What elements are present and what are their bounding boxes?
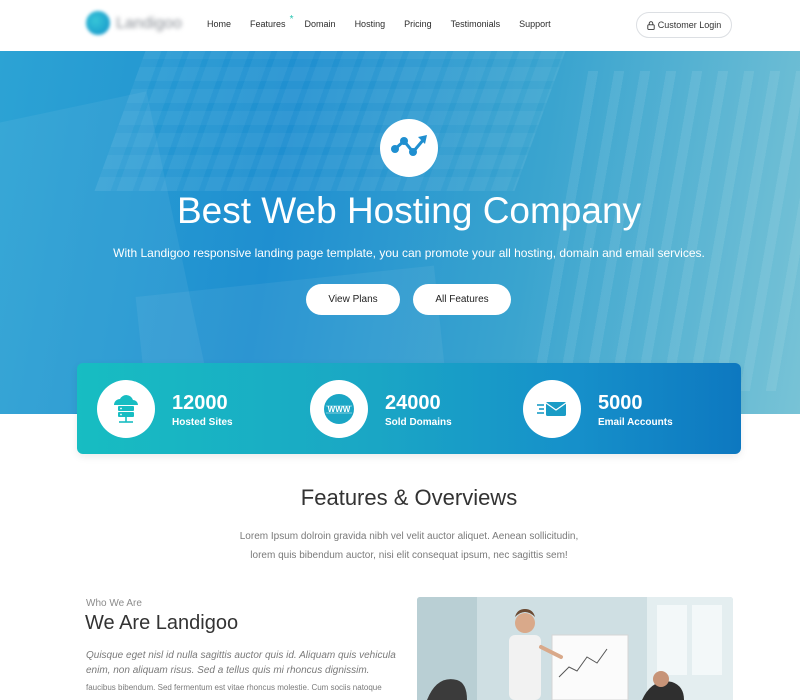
trend-chart-icon [380, 119, 438, 177]
stat-value: 5000 [598, 392, 643, 414]
hero-background-keyboard [94, 51, 566, 191]
customer-login-label: Customer Login [657, 20, 722, 30]
all-features-button[interactable]: All Features [413, 284, 511, 315]
view-plans-button[interactable]: View Plans [306, 284, 400, 315]
stat-label: Hosted Sites [172, 417, 233, 428]
features-desc-line: Lorem Ipsum dolroin gravida nibh vel vel… [239, 531, 579, 542]
who-lead-line: enim, non aliquam risus. Sed a tellus qu… [86, 665, 370, 676]
who-we-are-body: faucibus bibendum. Sed fermentum est vit… [86, 683, 382, 692]
stat-value: 12000 [172, 392, 228, 414]
who-lead-line: Quisque eget nisl id nulla sagittis auct… [86, 650, 396, 661]
top-navbar: Landigoo Home Features * Domain Hosting P… [0, 0, 800, 51]
hero-subtitle: With Landigoo responsive landing page te… [113, 246, 705, 260]
team-meeting-illustration [417, 597, 733, 700]
nav-item-features-label: Features [250, 19, 286, 29]
who-we-are-title: We Are Landigoo [85, 612, 239, 634]
nav-item-domain[interactable]: Domain [305, 19, 336, 29]
logo-mark-icon [86, 11, 110, 35]
nav-item-hosting[interactable]: Hosting [355, 19, 386, 29]
stat-value: 24000 [385, 392, 441, 414]
features-title: Features & Overviews [300, 485, 518, 510]
who-we-are-lead: Quisque eget nisl id nulla sagittis auct… [86, 648, 406, 678]
main-menu: Home Features * Domain Hosting Pricing Te… [207, 14, 570, 29]
hero-title: Best Web Hosting Company [176, 190, 642, 231]
nav-item-pricing[interactable]: Pricing [404, 19, 432, 29]
team-meeting-photo [417, 597, 733, 700]
server-cloud-icon [97, 380, 155, 438]
nav-item-features[interactable]: Features * [250, 14, 294, 29]
nav-item-home[interactable]: Home [207, 19, 231, 29]
email-fast-icon [523, 380, 581, 438]
stat-label: Email Accounts [598, 417, 673, 428]
who-we-are-eyebrow: Who We Are [86, 598, 142, 609]
features-description: Lorem Ipsum dolroin gravida nibh vel vel… [200, 527, 618, 565]
lock-icon [647, 20, 655, 30]
customer-login-button[interactable]: Customer Login [636, 12, 732, 38]
hero-section: Best Web Hosting Company With Landigoo r… [0, 51, 800, 414]
site-logo[interactable]: Landigoo [86, 11, 186, 39]
nav-item-testimonials[interactable]: Testimonials [451, 19, 501, 29]
svg-text:WWW: WWW [328, 405, 351, 414]
stat-label: Sold Domains [385, 417, 452, 428]
new-badge-icon: * [289, 14, 294, 25]
stats-bar: 12000 Hosted Sites WWW 24000 Sold Domain… [77, 363, 741, 454]
nav-item-support[interactable]: Support [519, 19, 551, 29]
logo-text: Landigoo [116, 15, 182, 32]
features-desc-line: lorem quis bibendum auctor, nisi elit co… [250, 550, 568, 561]
www-globe-icon: WWW [310, 380, 368, 438]
